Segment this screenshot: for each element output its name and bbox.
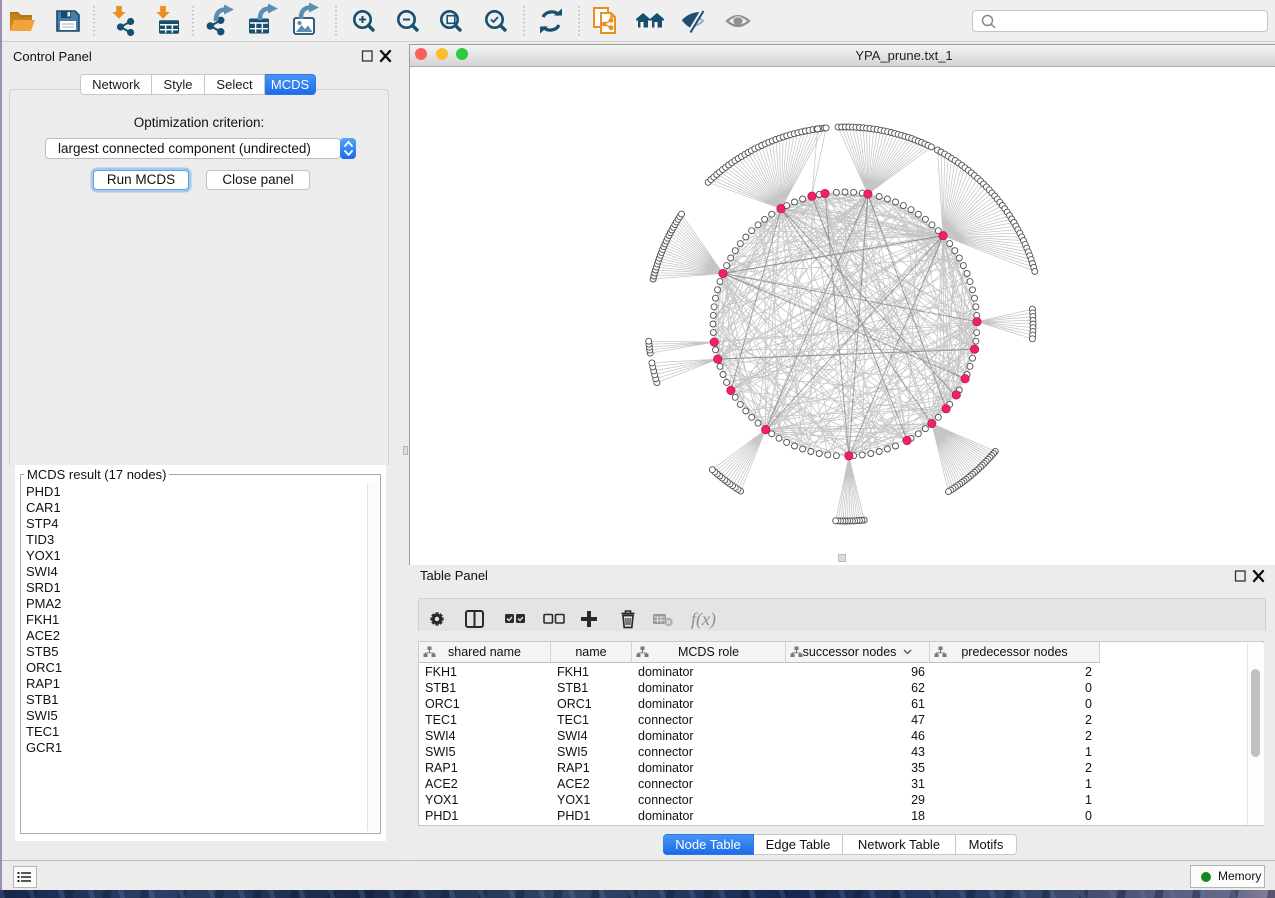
svg-text:f(x): f(x) [691, 609, 716, 630]
